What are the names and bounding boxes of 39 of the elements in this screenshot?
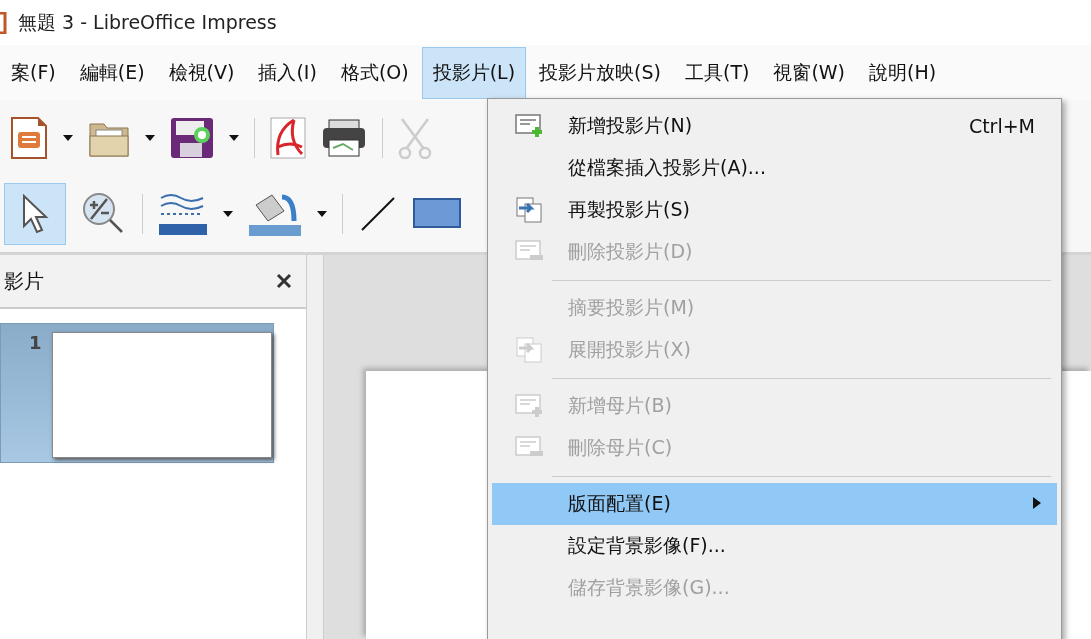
- menu-option[interactable]: 從檔案插入投影片(A)...: [492, 147, 1057, 189]
- slide-number: 1: [29, 332, 42, 355]
- save-icon[interactable]: [170, 117, 214, 159]
- caret-icon[interactable]: [223, 211, 233, 217]
- line-style-icon[interactable]: [158, 192, 208, 236]
- printer-icon[interactable]: [321, 118, 367, 158]
- menu-item[interactable]: 插入(I): [247, 46, 328, 99]
- duplicate-slide-icon: [515, 336, 545, 364]
- presentation-document-icon[interactable]: [10, 116, 48, 160]
- shortcut-text: Ctrl+M: [968, 115, 1035, 137]
- caret-icon[interactable]: [145, 135, 155, 141]
- submenu-arrow-icon: [1033, 496, 1041, 509]
- pointer-icon: [21, 194, 49, 234]
- menu-item[interactable]: 檢視(V): [157, 46, 246, 99]
- panel-title: 影片: [4, 267, 44, 295]
- menu-item[interactable]: 說明(H): [858, 46, 948, 99]
- add-slide-icon: [515, 392, 545, 420]
- select-tool-button[interactable]: [4, 183, 66, 245]
- caret-icon[interactable]: [63, 135, 73, 141]
- menu-item[interactable]: 格式(O): [329, 46, 420, 99]
- caret-icon[interactable]: [317, 211, 327, 217]
- menu-item[interactable]: 視窗(W): [762, 46, 857, 99]
- add-slide-icon: [515, 112, 545, 140]
- window-title: 無題 3 - LibreOffice Impress: [18, 9, 277, 35]
- menu-item[interactable]: 投影片(L): [421, 46, 527, 99]
- menu-option[interactable]: 設定背景影像(F)...: [492, 525, 1057, 567]
- slide-thumbnail[interactable]: 1: [0, 323, 274, 463]
- menu-option[interactable]: 版面配置(E): [492, 483, 1057, 525]
- close-icon[interactable]: [276, 273, 292, 289]
- caret-icon[interactable]: [229, 135, 239, 141]
- menu-item[interactable]: 編輯(E): [68, 46, 156, 99]
- app-icon: [0, 11, 8, 34]
- pdf-icon[interactable]: [270, 117, 306, 159]
- menu-item[interactable]: 投影片放映(S): [528, 46, 672, 99]
- duplicate-slide-icon: [515, 196, 545, 224]
- menu-option[interactable]: 新增投影片(N) Ctrl+M: [492, 105, 1057, 147]
- menu-item[interactable]: 案(F): [0, 46, 67, 99]
- rectangle-tool-icon[interactable]: [413, 198, 461, 230]
- menu-item[interactable]: 工具(T): [673, 46, 761, 99]
